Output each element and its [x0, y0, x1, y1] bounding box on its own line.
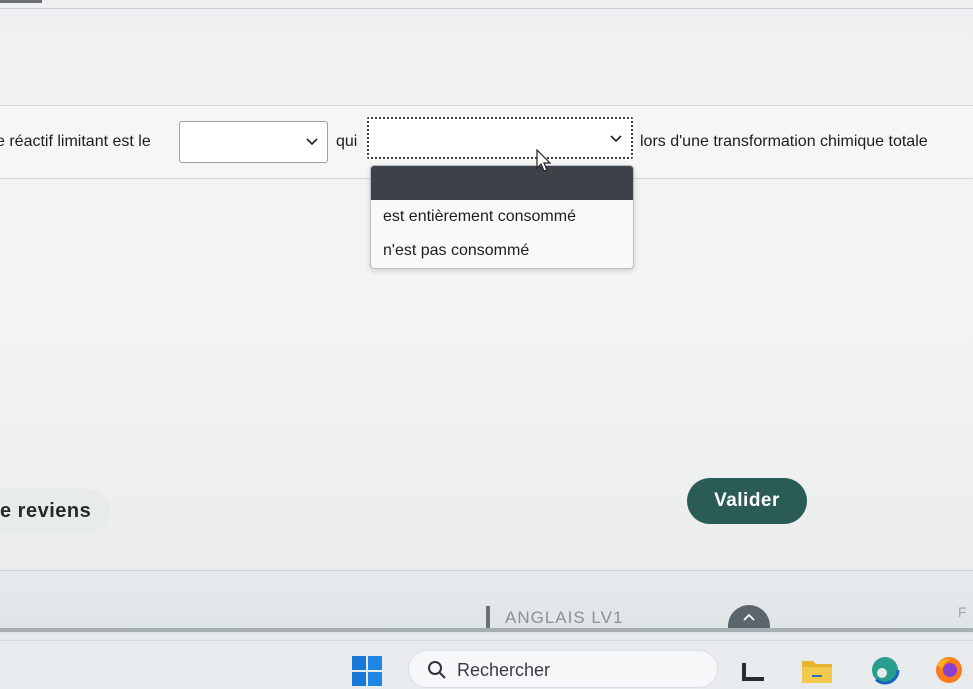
- chevron-down-icon: [306, 138, 318, 146]
- taskbar-app-icon[interactable]: [738, 655, 772, 685]
- footer-edge-text: F: [958, 604, 967, 620]
- search-icon: [428, 661, 446, 679]
- chevron-up-icon: [743, 613, 755, 621]
- course-label[interactable]: ANGLAIS LV1: [505, 608, 623, 628]
- question-text-1: e réactif limitant est le: [0, 133, 151, 150]
- reagent-select[interactable]: [179, 121, 328, 163]
- dropdown-option-not-consumed[interactable]: n'est pas consommé: [371, 234, 633, 268]
- top-dash: [0, 0, 42, 3]
- question-text-2: qui: [336, 133, 358, 150]
- course-marker: [486, 606, 490, 628]
- windows-start-icon[interactable]: [351, 655, 383, 687]
- mouse-cursor-icon: [536, 149, 552, 172]
- back-button[interactable]: e reviens: [0, 489, 110, 533]
- consumption-dropdown-list: est entièrement consommé n'est pas conso…: [370, 165, 634, 269]
- dropdown-option-fully-consumed[interactable]: est entièrement consommé: [371, 200, 633, 234]
- chevron-down-icon: [610, 135, 622, 143]
- taskbar-search[interactable]: Rechercher: [408, 650, 718, 688]
- question-text-3: lors d'une transformation chimique total…: [640, 133, 928, 150]
- dropdown-highlighted-blank-option[interactable]: [371, 166, 633, 200]
- consumption-select[interactable]: [367, 117, 633, 159]
- file-explorer-icon[interactable]: [800, 655, 834, 685]
- validate-button[interactable]: Valider: [687, 478, 807, 524]
- search-placeholder: Rechercher: [457, 660, 551, 680]
- footer-divider: [0, 628, 973, 632]
- top-divider: [0, 0, 973, 9]
- firefox-browser-icon[interactable]: [932, 655, 966, 685]
- edge-browser-icon[interactable]: [868, 655, 902, 685]
